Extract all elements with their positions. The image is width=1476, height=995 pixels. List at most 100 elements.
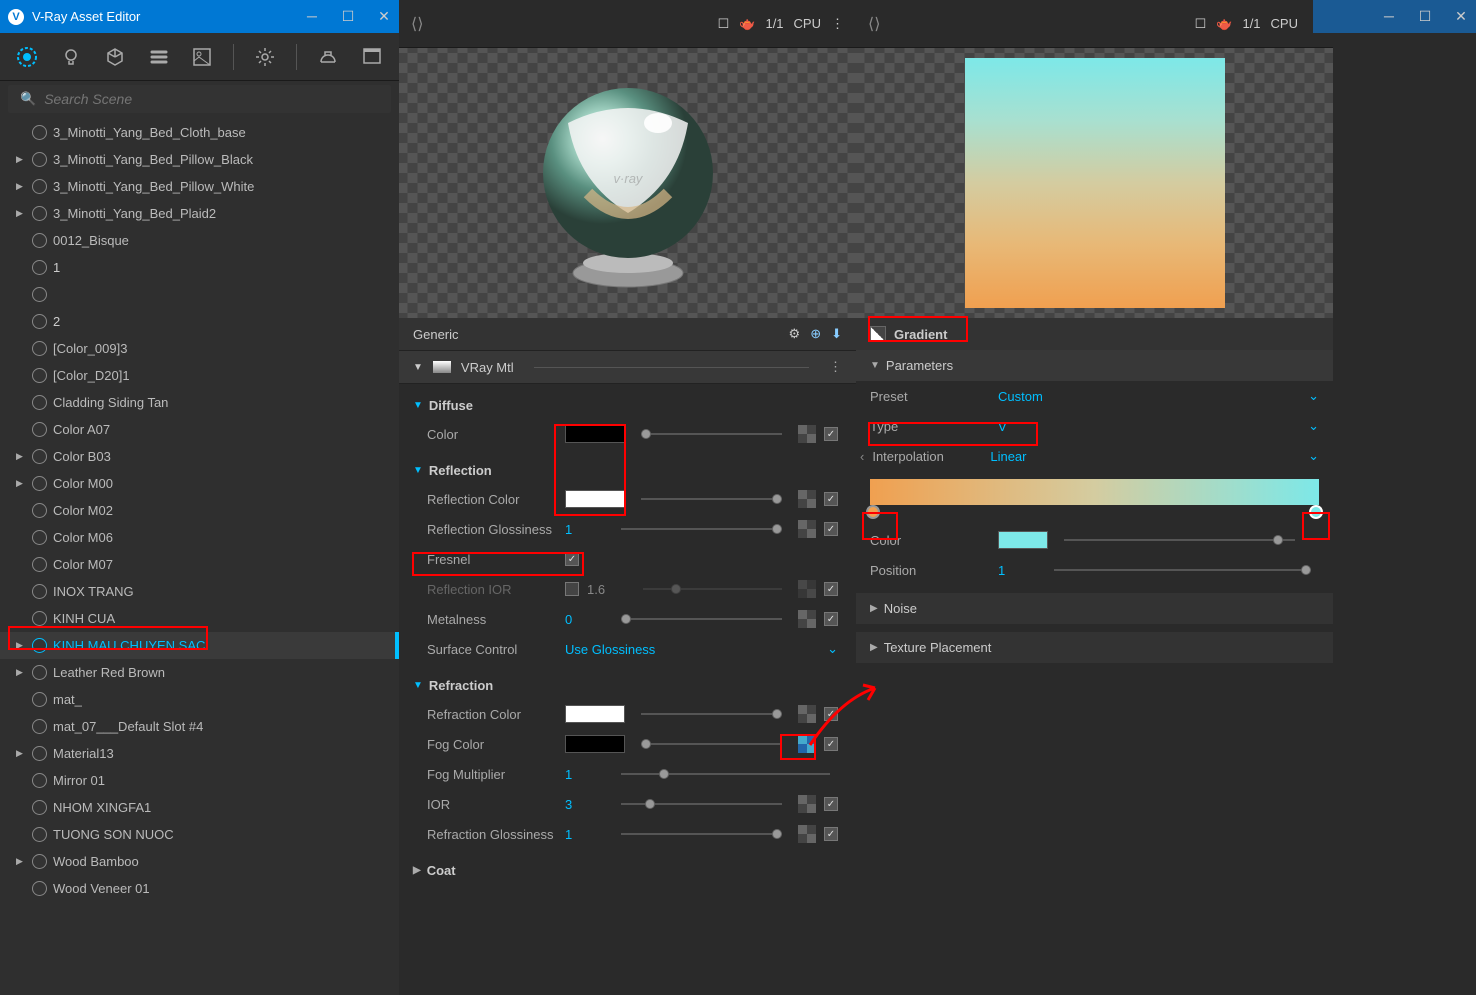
gradient-stop-left[interactable] [866,505,880,519]
material-item[interactable]: 2 [0,308,399,335]
expand-arrow-icon[interactable]: ▶ [16,181,26,192]
material-item[interactable]: 0012_Bisque [0,227,399,254]
material-item[interactable]: ▶3_Minotti_Yang_Bed_Pillow_Black [0,146,399,173]
refraction-color-swatch[interactable] [565,705,625,723]
material-item[interactable]: ▶KINH MAU CHUYEN SAC [0,632,399,659]
expand-arrow-icon[interactable]: ▶ [16,667,26,678]
minimize-button-2[interactable]: ─ [1382,8,1396,25]
material-item[interactable]: Color M07 [0,551,399,578]
preview-menu-icon[interactable]: ⋮ [831,16,844,32]
expand-arrow-icon[interactable]: ▶ [16,856,26,867]
material-item[interactable]: Color A07 [0,416,399,443]
material-item[interactable] [0,281,399,308]
fresnel-check[interactable] [565,552,579,566]
gradient-stop-right[interactable] [1309,505,1323,519]
fog-enable-check[interactable] [824,737,838,751]
material-item[interactable]: Cladding Siding Tan [0,389,399,416]
frame-buffer-icon[interactable] [359,44,385,70]
material-item[interactable]: Color M06 [0,524,399,551]
material-item[interactable]: ▶3_Minotti_Yang_Bed_Plaid2 [0,200,399,227]
reflection-gloss-texture-button[interactable] [798,520,816,538]
surface-control-dropdown[interactable]: Use Glossiness [565,642,819,657]
collapse-left-icon-right[interactable]: ⟨⟩ [868,14,880,34]
save-preset-icon[interactable]: ⬇ [831,326,842,342]
texture-placement-header[interactable]: ▶Texture Placement [856,632,1333,663]
refraction-group-header[interactable]: ▼Refraction [413,672,842,699]
diffuse-group-header[interactable]: ▼Diffuse [413,392,842,419]
fog-multiplier-value[interactable]: 1 [565,767,605,782]
back-icon[interactable]: ‹ [860,449,864,464]
chevron-down-icon[interactable]: ⌄ [1308,388,1319,404]
material-item[interactable]: Wood Veneer 01 [0,875,399,902]
refraction-ior-texture-button[interactable] [798,795,816,813]
expand-arrow-icon[interactable]: ▶ [16,208,26,219]
material-item[interactable]: ▶3_Minotti_Yang_Bed_Pillow_White [0,173,399,200]
geometry-tab-icon[interactable] [102,44,128,70]
reflection-texture-button[interactable] [798,490,816,508]
material-item[interactable]: ▶Leather Red Brown [0,659,399,686]
collapse-icon[interactable]: ▼ [413,362,423,373]
preview-mode-right[interactable]: CPU [1271,16,1298,31]
parameters-header[interactable]: ▼Parameters [856,350,1333,381]
material-item[interactable]: 3_Minotti_Yang_Bed_Cloth_base [0,119,399,146]
chevron-down-icon[interactable]: ⌄ [1308,418,1319,434]
material-item[interactable]: ▶Color M00 [0,470,399,497]
reflection-color-swatch[interactable] [565,490,625,508]
refraction-gloss-value[interactable]: 1 [565,827,605,842]
metalness-texture-button[interactable] [798,610,816,628]
sliders-icon[interactable]: ⚙ [789,326,801,342]
refraction-texture-button[interactable] [798,705,816,723]
metalness-enable-check[interactable] [824,612,838,626]
reflection-ior-lock[interactable] [565,582,579,596]
preview-teapot-icon[interactable]: 🫖 [739,16,755,32]
material-item[interactable]: Color M02 [0,497,399,524]
material-item[interactable]: mat_ [0,686,399,713]
diffuse-color-swatch[interactable] [565,425,625,443]
preset-dropdown[interactable]: Custom [998,389,1300,404]
expand-arrow-icon[interactable]: ▶ [16,748,26,759]
maximize-button[interactable]: ☐ [341,8,355,25]
reflection-ior-texture-button[interactable] [798,580,816,598]
search-box[interactable]: 🔍 [8,85,391,113]
chevron-down-icon[interactable]: ⌄ [827,641,838,657]
material-item[interactable]: ▶Color B03 [0,443,399,470]
collapse-left-icon[interactable]: ⟨⟩ [411,14,423,34]
textures-tab-icon[interactable] [190,44,216,70]
expand-arrow-icon[interactable]: ▶ [16,451,26,462]
preview-teapot-icon-right[interactable]: 🫖 [1216,16,1232,32]
search-input[interactable] [44,91,379,107]
lights-tab-icon[interactable] [58,44,84,70]
vray-mtl-menu-icon[interactable]: ⋮ [829,359,842,375]
material-item[interactable]: [Color_009]3 [0,335,399,362]
fog-color-swatch[interactable] [565,735,625,753]
expand-arrow-icon[interactable]: ▶ [16,640,26,651]
material-item[interactable]: ▶Wood Bamboo [0,848,399,875]
reflection-ior-enable-check[interactable] [824,582,838,596]
preview-window-icon-right[interactable]: ☐ [1195,16,1207,32]
refraction-enable-check[interactable] [824,707,838,721]
material-item[interactable]: 1 [0,254,399,281]
interpolation-dropdown[interactable]: Linear [990,449,1300,464]
reflection-gloss-value[interactable]: 1 [565,522,605,537]
close-button[interactable]: ✕ [377,8,391,25]
gradient-position-value[interactable]: 1 [998,563,1038,578]
render-icon[interactable] [315,44,341,70]
diffuse-texture-button[interactable] [798,425,816,443]
noise-header[interactable]: ▶Noise [856,593,1333,624]
type-dropdown[interactable]: V [998,419,1300,434]
reflection-gloss-enable-check[interactable] [824,522,838,536]
coat-group-header[interactable]: ▶Coat [413,857,842,884]
material-item[interactable]: Mirror 01 [0,767,399,794]
material-item[interactable]: mat_07___Default Slot #4 [0,713,399,740]
vray-mtl-header[interactable]: ▼ VRay Mtl ⋮ [399,351,856,384]
diffuse-enable-check[interactable] [824,427,838,441]
gradient-color-swatch[interactable] [998,531,1048,549]
refraction-ior-value[interactable]: 3 [565,797,605,812]
material-item[interactable]: ▶Material13 [0,740,399,767]
reflection-enable-check[interactable] [824,492,838,506]
preview-window-icon[interactable]: ☐ [718,16,730,32]
maximize-button-2[interactable]: ☐ [1418,8,1432,25]
material-item[interactable]: NHOM XINGFA1 [0,794,399,821]
close-button-2[interactable]: ✕ [1454,8,1468,25]
material-item[interactable]: INOX TRANG [0,578,399,605]
